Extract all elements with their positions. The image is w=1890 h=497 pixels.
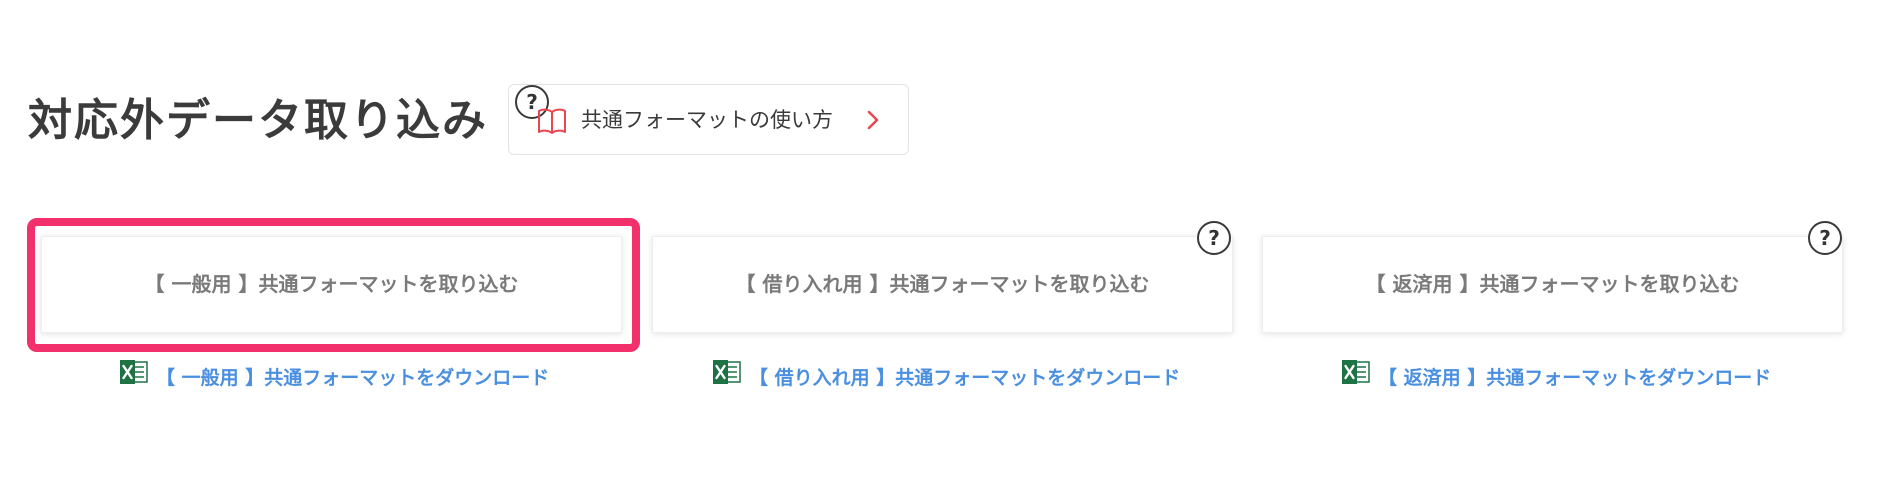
format-guide-label: 共通フォーマットの使い方 (581, 108, 833, 132)
download-link-label: 【 返済用 】共通フォーマットをダウンロード (1378, 367, 1772, 389)
import-general-format-button[interactable]: 【 一般用 】共通フォーマットを取り込む (41, 236, 622, 333)
help-icon[interactable]: ? (1197, 221, 1231, 255)
download-link-label: 【 借り入れ用 】共通フォーマットをダウンロード (749, 367, 1181, 389)
format-guide-button[interactable]: ? 共通フォーマットの使い方 (508, 84, 909, 155)
book-icon (537, 108, 567, 138)
excel-icon (120, 360, 148, 393)
excel-icon (1342, 360, 1370, 393)
import-repayment-format-button[interactable]: 【 返済用 】共通フォーマットを取り込む (1262, 236, 1843, 333)
excel-icon (713, 360, 741, 393)
download-repayment-format-link[interactable]: 【 返済用 】共通フォーマットをダウンロード (1342, 360, 1772, 393)
download-link-label: 【 一般用 】共通フォーマットをダウンロード (156, 367, 550, 389)
download-borrowing-format-link[interactable]: 【 借り入れ用 】共通フォーマットをダウンロード (713, 360, 1181, 393)
download-general-format-link[interactable]: 【 一般用 】共通フォーマットをダウンロード (120, 360, 550, 393)
page-title: 対応外データ取り込み (28, 95, 488, 146)
import-borrowing-format-button[interactable]: 【 借り入れ用 】共通フォーマットを取り込む (652, 236, 1233, 333)
chevron-right-icon (867, 110, 879, 134)
help-icon[interactable]: ? (1808, 221, 1842, 255)
